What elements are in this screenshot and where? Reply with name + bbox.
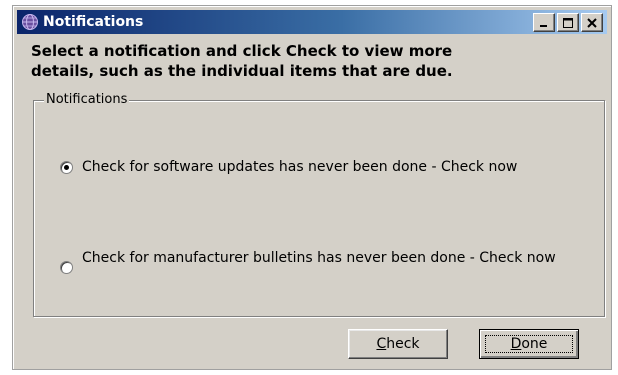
maximize-icon bbox=[563, 17, 573, 28]
title-bar[interactable]: Notifications bbox=[17, 10, 607, 34]
maximize-button[interactable] bbox=[557, 13, 579, 32]
manufacturer-bulletins-label[interactable]: Check for manufacturer bulletins has nev… bbox=[82, 249, 574, 267]
window-controls bbox=[533, 13, 603, 32]
software-updates-label[interactable]: Check for software updates has never bee… bbox=[82, 158, 592, 176]
minimize-icon bbox=[539, 18, 549, 28]
close-button[interactable] bbox=[581, 13, 603, 32]
check-button-label: heck bbox=[386, 336, 420, 352]
option-manufacturer-bulletins[interactable]: Check for manufacturer bulletins has nev… bbox=[60, 249, 574, 274]
check-button-mnemonic: C bbox=[376, 336, 387, 352]
instruction-text: Select a notification and click Check to… bbox=[31, 41, 491, 81]
notifications-groupbox: Notifications Check for software updates… bbox=[33, 92, 605, 317]
focus-ring bbox=[485, 335, 573, 353]
software-updates-radio[interactable] bbox=[60, 161, 73, 174]
manufacturer-bulletins-radio[interactable] bbox=[60, 261, 73, 274]
window-title: Notifications bbox=[43, 14, 144, 30]
groupbox-legend: Notifications bbox=[44, 92, 130, 108]
close-icon bbox=[587, 17, 597, 28]
option-software-updates[interactable]: Check for software updates has never bee… bbox=[60, 158, 592, 176]
check-button[interactable]: Check bbox=[348, 329, 448, 359]
done-button[interactable]: Done bbox=[479, 329, 579, 359]
minimize-button[interactable] bbox=[533, 13, 555, 32]
radio-selected-dot bbox=[64, 165, 69, 170]
notifications-dialog: Notifications Select a notification and … bbox=[12, 5, 612, 370]
notification-globe-icon bbox=[21, 13, 39, 31]
instruction-line-2: details, such as the individual items th… bbox=[31, 62, 453, 80]
instruction-line-1: Select a notification and click Check to… bbox=[31, 42, 453, 60]
